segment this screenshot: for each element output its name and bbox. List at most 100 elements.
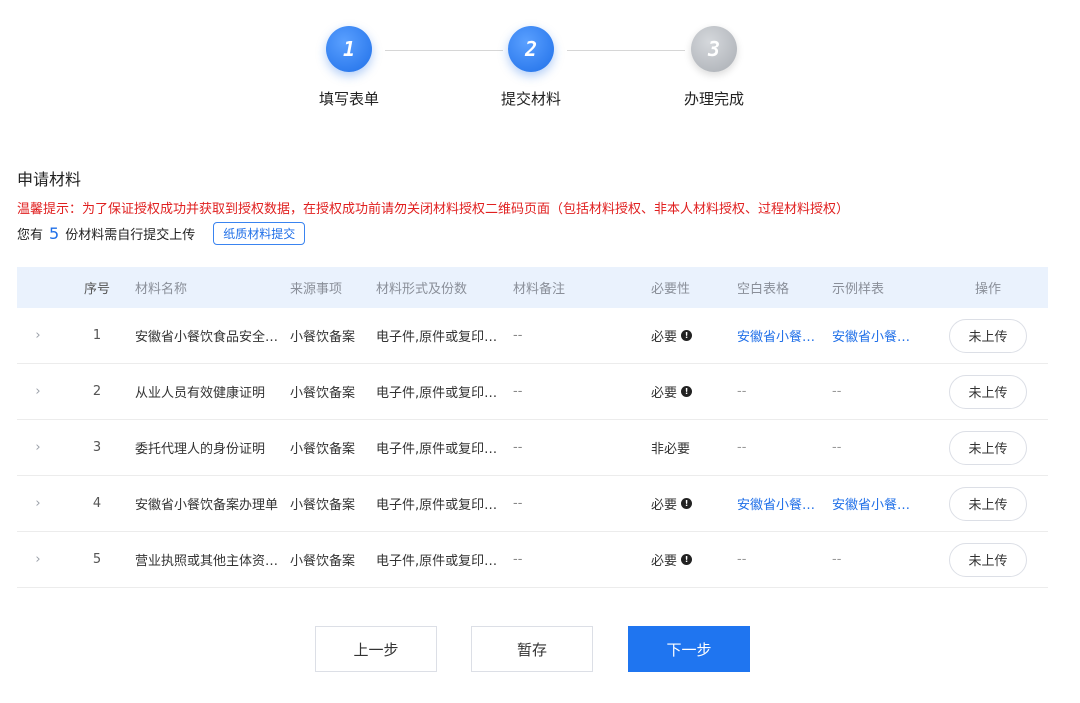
blank-form-link[interactable]: 安徽省小餐… [737, 494, 832, 513]
row-source: 小餐饮备案 [290, 442, 356, 457]
header-sample: 示例样表 [832, 282, 885, 297]
expand-row-icon[interactable]: › [17, 496, 59, 511]
table-row: › 1 安徽省小餐饮食品安全… 小餐饮备案 电子件,原件或复印… -- 必要 !… [17, 308, 1048, 364]
upload-button[interactable]: 未上传 [949, 486, 1027, 521]
row-index: 4 [92, 496, 102, 511]
table-header: 序号 材料名称 来源事项 材料形式及份数 材料备注 必要性 空白表格 示例样表 … [17, 267, 1048, 308]
step-1-circle: 1 [326, 26, 372, 72]
warning-tip: 温馨提示：为了保证授权成功并获取到授权数据，在授权成功前请勿关闭材料授权二维码页… [17, 202, 850, 217]
row-material-name: 安徽省小餐饮食品安全… [135, 330, 279, 345]
row-source: 小餐饮备案 [290, 498, 356, 513]
row-index: 3 [92, 440, 102, 455]
header-blank-form: 空白表格 [737, 282, 790, 297]
blank-form-empty: -- [737, 552, 747, 567]
header-form: 材料形式及份数 [376, 282, 468, 297]
upload-button[interactable]: 未上传 [949, 318, 1027, 353]
table-row: › 4 安徽省小餐饮备案办理单 小餐饮备案 电子件,原件或复印… -- 必要 !… [17, 476, 1048, 532]
header-note: 材料备注 [513, 282, 566, 297]
materials-table: 序号 材料名称 来源事项 材料形式及份数 材料备注 必要性 空白表格 示例样表 … [17, 267, 1048, 588]
step-3-circle: 3 [691, 26, 737, 72]
step-1: 1 填写表单 [279, 24, 419, 109]
row-necessity: 必要 ! [651, 494, 737, 513]
sample-form-link[interactable]: 安徽省小餐… [832, 494, 928, 513]
row-action: 未上传 [928, 486, 1048, 521]
row-action: 未上传 [928, 318, 1048, 353]
save-draft-button[interactable]: 暂存 [471, 626, 593, 672]
row-index: 1 [92, 328, 102, 343]
row-action: 未上传 [928, 542, 1048, 577]
expand-row-icon[interactable]: › [17, 328, 59, 343]
expand-row-icon[interactable]: › [17, 440, 59, 455]
table-row: › 5 营业执照或其他主体资… 小餐饮备案 电子件,原件或复印… -- 必要 !… [17, 532, 1048, 588]
upload-button[interactable]: 未上传 [949, 430, 1027, 465]
paper-material-submit-button[interactable]: 纸质材料提交 [213, 222, 306, 245]
material-count-row: 您有 5 份材料需自行提交上传 纸质材料提交 [17, 222, 306, 245]
row-necessity: 必要 ! [651, 382, 737, 401]
header-action: 操作 [974, 282, 1001, 297]
step-progress: 1 填写表单 2 提交材料 3 办理完成 [0, 24, 1080, 124]
row-form: 电子件,原件或复印… [376, 386, 498, 401]
step-1-label: 填写表单 [318, 90, 379, 108]
count-suffix: 份材料需自行提交上传 [65, 228, 196, 243]
header-necessity: 必要性 [651, 282, 691, 297]
step-2: 2 提交材料 [461, 24, 601, 109]
header-name: 材料名称 [135, 282, 188, 297]
upload-button[interactable]: 未上传 [949, 374, 1027, 409]
header-index: 序号 [83, 282, 110, 297]
row-source: 小餐饮备案 [290, 386, 356, 401]
expand-row-icon[interactable]: › [17, 552, 59, 567]
row-note: -- [513, 384, 523, 399]
info-icon[interactable]: ! [681, 386, 693, 397]
table-row: › 3 委托代理人的身份证明 小餐饮备案 电子件,原件或复印… -- 非必要 -… [17, 420, 1048, 476]
count-prefix: 您有 [17, 228, 44, 243]
row-index: 2 [92, 384, 102, 399]
row-necessity: 非必要 [651, 438, 737, 457]
row-form: 电子件,原件或复印… [376, 554, 498, 569]
info-icon[interactable]: ! [681, 330, 693, 341]
row-note: -- [513, 496, 523, 511]
row-material-name: 从业人员有效健康证明 [135, 386, 266, 401]
necessity-text: 必要 [651, 498, 678, 513]
sample-form-empty: -- [832, 552, 842, 567]
row-note: -- [513, 440, 523, 455]
info-icon[interactable]: ! [681, 498, 693, 509]
necessity-text: 非必要 [651, 442, 691, 457]
upload-button[interactable]: 未上传 [949, 542, 1027, 577]
next-step-button[interactable]: 下一步 [628, 626, 750, 672]
row-material-name: 委托代理人的身份证明 [135, 442, 266, 457]
prev-step-button[interactable]: 上一步 [315, 626, 437, 672]
step-2-circle: 2 [508, 26, 554, 72]
step-3: 3 办理完成 [644, 24, 784, 109]
row-material-name: 营业执照或其他主体资… [135, 554, 279, 569]
material-count: 5 [49, 224, 60, 243]
row-source: 小餐饮备案 [290, 330, 356, 345]
row-form: 电子件,原件或复印… [376, 330, 498, 345]
section-title: 申请材料 [17, 170, 82, 189]
row-form: 电子件,原件或复印… [376, 442, 498, 457]
sample-form-empty: -- [832, 440, 842, 455]
row-necessity: 必要 ! [651, 550, 737, 569]
table-row: › 2 从业人员有效健康证明 小餐饮备案 电子件,原件或复印… -- 必要 ! … [17, 364, 1048, 420]
row-action: 未上传 [928, 430, 1048, 465]
necessity-text: 必要 [651, 554, 678, 569]
step-3-label: 办理完成 [683, 90, 744, 108]
necessity-text: 必要 [651, 386, 678, 401]
row-index: 5 [92, 552, 102, 567]
sample-form-empty: -- [832, 384, 842, 399]
header-source: 来源事项 [290, 282, 343, 297]
blank-form-empty: -- [737, 384, 747, 399]
row-note: -- [513, 552, 523, 567]
necessity-text: 必要 [651, 330, 678, 345]
info-icon[interactable]: ! [681, 554, 693, 565]
row-necessity: 必要 ! [651, 326, 737, 345]
expand-row-icon[interactable]: › [17, 384, 59, 399]
row-action: 未上传 [928, 374, 1048, 409]
blank-form-link[interactable]: 安徽省小餐… [737, 326, 832, 345]
step-2-label: 提交材料 [500, 90, 561, 108]
row-source: 小餐饮备案 [290, 554, 356, 569]
row-material-name: 安徽省小餐饮备案办理单 [135, 498, 279, 513]
row-note: -- [513, 328, 523, 343]
row-form: 电子件,原件或复印… [376, 498, 498, 513]
sample-form-link[interactable]: 安徽省小餐… [832, 326, 928, 345]
blank-form-empty: -- [737, 440, 747, 455]
